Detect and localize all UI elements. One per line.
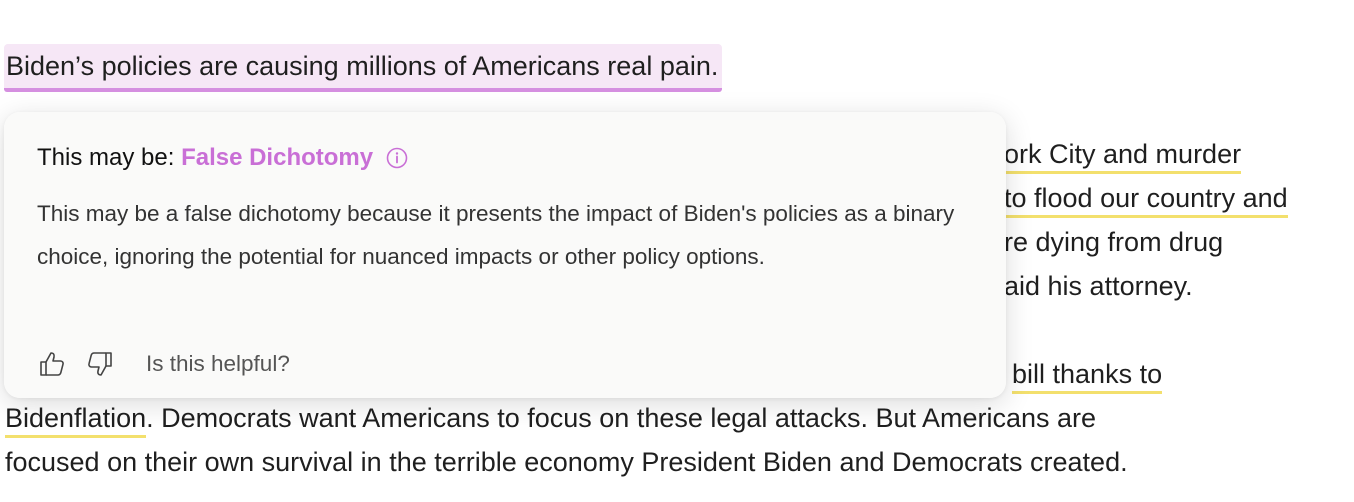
article-line: bill thanks to [1012,352,1163,396]
article-text: focused on their own survival in the ter… [5,447,1128,477]
thumbs-down-icon[interactable] [82,347,116,381]
fallacy-popover: This may be: False Dichotomy This may be… [4,112,1006,398]
article-line: ork City and murder [1004,132,1242,176]
article-text: . Democrats want Americans to focus on t… [146,403,1097,433]
article-line: to flood our country and [1004,176,1288,220]
article-line: focused on their own survival in the ter… [5,440,1128,484]
flagged-phrase[interactable]: ork City and murder [1004,139,1242,174]
article-text: re dying from drug [1004,227,1224,257]
thumbs-up-icon[interactable] [36,347,70,381]
flagged-sentence-text: Biden’s policies are causing millions of… [6,51,719,81]
article-line: aid his attorney. [1004,264,1193,308]
fallacy-name: False Dichotomy [181,144,374,171]
info-icon[interactable] [386,146,408,169]
feedback-row: Is this helpful? [36,348,290,380]
flagged-phrase[interactable]: bill thanks to [1012,359,1163,394]
article-text: aid his attorney. [1004,271,1193,301]
feedback-prompt: Is this helpful? [146,351,290,376]
fallacy-explanation: This may be a false dichotomy because it… [37,201,955,269]
popover-header: This may be: False Dichotomy [37,142,408,174]
popover-prefix: This may be: [37,144,175,171]
flagged-phrase[interactable]: to flood our country and [1004,183,1288,218]
flagged-phrase[interactable]: Bidenflation [5,403,147,438]
article-line: Bidenflation. Democrats want Americans t… [5,396,1096,440]
flagged-sentence[interactable]: Biden’s policies are causing millions of… [4,44,723,92]
article-line: re dying from drug [1004,220,1223,264]
